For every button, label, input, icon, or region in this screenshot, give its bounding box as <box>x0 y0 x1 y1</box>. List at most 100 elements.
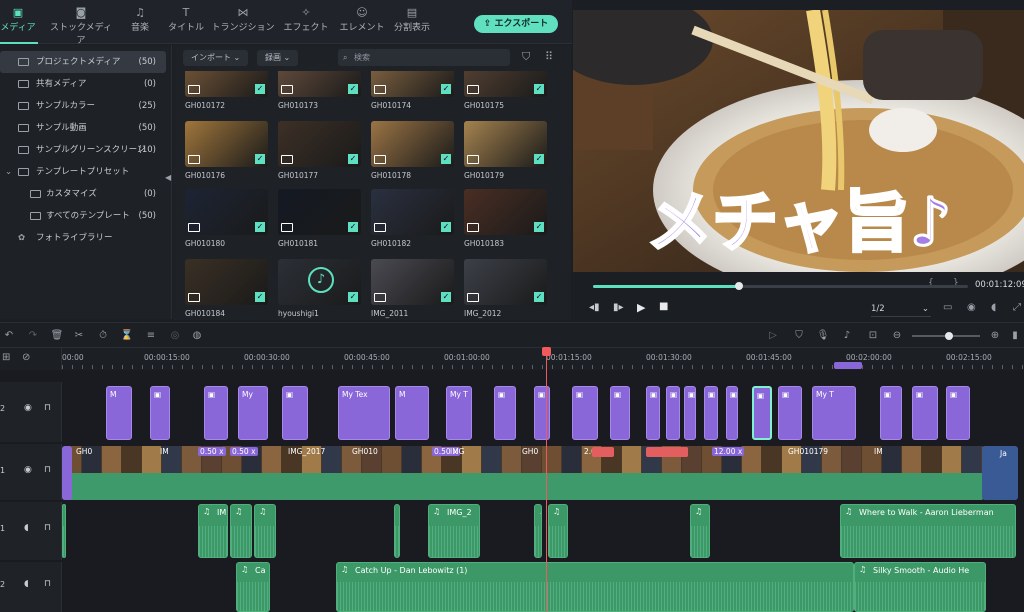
title-clip[interactable]: ▣ <box>572 386 598 440</box>
media-thumbnail[interactable]: ✓ <box>371 259 454 305</box>
delete-icon[interactable]: 🗑 <box>50 329 64 343</box>
playhead-handle[interactable] <box>542 347 551 356</box>
redo-icon[interactable]: ↷ <box>26 329 40 343</box>
preview-progress-track[interactable] <box>593 285 968 288</box>
speaker-icon[interactable]: ◖ <box>24 579 29 589</box>
record-dropdown[interactable]: 録画 ⌄ <box>257 50 299 66</box>
play-icon[interactable]: ▶ <box>637 301 645 314</box>
media-thumbnail[interactable]: ✓ <box>278 121 361 167</box>
step-forward-icon[interactable]: ▮▸ <box>613 302 624 313</box>
audio-clip[interactable]: Catch Up - Dan Lebowitz (1) ♫ <box>336 562 854 612</box>
audio-clip[interactable]: Silky Smooth - Audio He ♫ <box>854 562 986 612</box>
audio-clip[interactable]: ♫ <box>254 504 276 558</box>
media-thumbnail[interactable]: ✓ <box>371 189 454 235</box>
zoom-select[interactable]: 1/2 ⌄ <box>871 301 931 317</box>
fullscreen-icon[interactable]: ⤢ <box>1013 302 1021 313</box>
tab-effect[interactable]: ✧ エフェクト <box>276 6 336 33</box>
title-clip[interactable]: ▣ <box>726 386 738 440</box>
media-thumbnail[interactable]: ✓ <box>278 71 361 97</box>
video-clip-start[interactable] <box>62 446 72 500</box>
shield-icon[interactable]: ⛉ <box>792 329 806 343</box>
lock-icon[interactable]: ⊓ <box>44 523 51 533</box>
audio-clip[interactable]: ♫ <box>690 504 710 558</box>
media-thumbnail[interactable]: ✓ <box>185 189 268 235</box>
title-clip[interactable]: ▣ <box>752 386 772 440</box>
audio-clip[interactable]: ♫ <box>394 504 400 558</box>
music-list-icon[interactable]: ♪ <box>840 329 854 343</box>
audio-clip[interactable]: ♫ <box>548 504 568 558</box>
sidebar-item-sample-video[interactable]: サンプル動画 (50) <box>0 117 166 139</box>
title-clip[interactable]: ▣ <box>534 386 550 440</box>
search-input[interactable]: ⌕ 検索 <box>338 49 510 66</box>
media-thumbnail[interactable]: ♪ ✓ <box>278 259 361 305</box>
audio-clip[interactable]: ♫ <box>534 504 542 558</box>
timer-icon[interactable]: ⏱ <box>96 329 110 343</box>
tab-media[interactable]: ▣ メディア <box>0 6 48 33</box>
audio-clip[interactable]: IM ♫ <box>198 504 228 558</box>
media-thumbnail[interactable]: ✓ <box>464 121 547 167</box>
tab-split[interactable]: ▤ 分割表示 <box>382 6 442 33</box>
preview-progress-handle[interactable] <box>735 282 744 290</box>
media-thumbnail[interactable]: ✓ <box>185 121 268 167</box>
title-clip[interactable]: My T <box>812 386 856 440</box>
undo-icon[interactable]: ↶ <box>2 329 16 343</box>
title-clip[interactable]: ▣ <box>204 386 228 440</box>
title-clip[interactable]: ▣ <box>946 386 970 440</box>
sidebar-item-photo-library[interactable]: ✿ フォトライブラリー <box>0 227 166 249</box>
grid-view-icon[interactable]: ⠿ <box>545 50 553 63</box>
adjust-icon[interactable]: ≡ <box>144 329 158 343</box>
add-track-icon[interactable]: ⊞ <box>2 352 10 363</box>
import-dropdown[interactable]: インポート ⌄ <box>183 50 249 66</box>
sidebar-item-sample-greenscreen[interactable]: サンプルグリーンスクリーン (10) <box>0 139 166 161</box>
collapse-panel-icon[interactable]: ◀ <box>165 173 171 182</box>
audio-clip[interactable]: ♫ <box>230 504 252 558</box>
eye-icon[interactable]: ◉ <box>24 403 32 413</box>
tab-stock-media[interactable]: ◙ ストックメディア <box>48 6 114 46</box>
media-thumbnail[interactable]: ✓ <box>464 189 547 235</box>
title-clip[interactable]: ▣ <box>684 386 696 440</box>
video-clip-end[interactable]: Ja <box>982 446 1018 500</box>
title-clip[interactable]: ▣ <box>880 386 902 440</box>
media-thumbnail[interactable]: ✓ <box>371 71 454 97</box>
title-clip[interactable]: ▣ <box>704 386 718 440</box>
tab-title[interactable]: T タイトル <box>156 6 216 33</box>
audio-icon[interactable]: ◍ <box>190 329 204 343</box>
title-clip[interactable]: M <box>106 386 132 440</box>
sidebar-item-customize[interactable]: カスタマイズ (0) <box>0 183 166 205</box>
eye-icon[interactable]: ◉ <box>24 465 32 475</box>
sidebar-item-project-media[interactable]: プロジェクトメディア (50) <box>0 51 166 73</box>
playhead[interactable] <box>546 348 547 612</box>
media-thumbnail[interactable]: ✓ <box>278 189 361 235</box>
title-clip[interactable]: My T <box>446 386 472 440</box>
export-button[interactable]: ⇪ エクスポート <box>474 15 558 33</box>
snapshot-icon[interactable]: ◉ <box>967 302 976 313</box>
render-icon[interactable]: ▷ <box>766 329 780 343</box>
audio-clip[interactable]: ♫ <box>62 504 66 558</box>
cut-icon[interactable]: ✂ <box>72 329 86 343</box>
audio-clip[interactable]: Ca ♫ <box>236 562 270 612</box>
lock-icon[interactable]: ⊓ <box>44 403 51 413</box>
title-clip[interactable]: ▣ <box>646 386 660 440</box>
sidebar-item-sample-color[interactable]: サンプルカラー (25) <box>0 95 166 117</box>
monitor-icon[interactable]: ▭ <box>943 302 952 313</box>
volume-icon[interactable]: ◖ <box>991 302 996 313</box>
title-clip[interactable]: My Tex <box>338 386 390 440</box>
speaker-icon[interactable]: ◖ <box>24 523 29 533</box>
sidebar-item-template-presets[interactable]: ⌄ テンプレートプリセット <box>0 161 166 183</box>
zoom-slider-handle[interactable] <box>945 332 953 340</box>
lock-icon[interactable]: ⊓ <box>44 465 51 475</box>
mic-icon[interactable]: 🎙 <box>816 329 830 343</box>
media-thumbnail[interactable]: ✓ <box>464 71 547 97</box>
zoom-out-icon[interactable]: ⊖ <box>890 329 904 343</box>
step-back-icon[interactable]: ◂▮ <box>589 302 600 313</box>
audio-clip[interactable]: IMG_2 ♫ <box>428 504 480 558</box>
title-clip[interactable]: ▣ <box>150 386 170 440</box>
filter-icon[interactable]: ⛉ <box>522 50 530 64</box>
media-thumbnail[interactable]: ✓ <box>185 259 268 305</box>
link-icon[interactable]: ⊘ <box>22 352 30 363</box>
title-clip[interactable]: My <box>238 386 268 440</box>
audio-clip[interactable]: Where to Walk - Aaron Lieberman ♫ <box>840 504 1016 558</box>
color-icon[interactable]: ◎ <box>168 329 182 343</box>
title-clip[interactable]: ▣ <box>282 386 308 440</box>
title-clip[interactable]: ▣ <box>494 386 516 440</box>
